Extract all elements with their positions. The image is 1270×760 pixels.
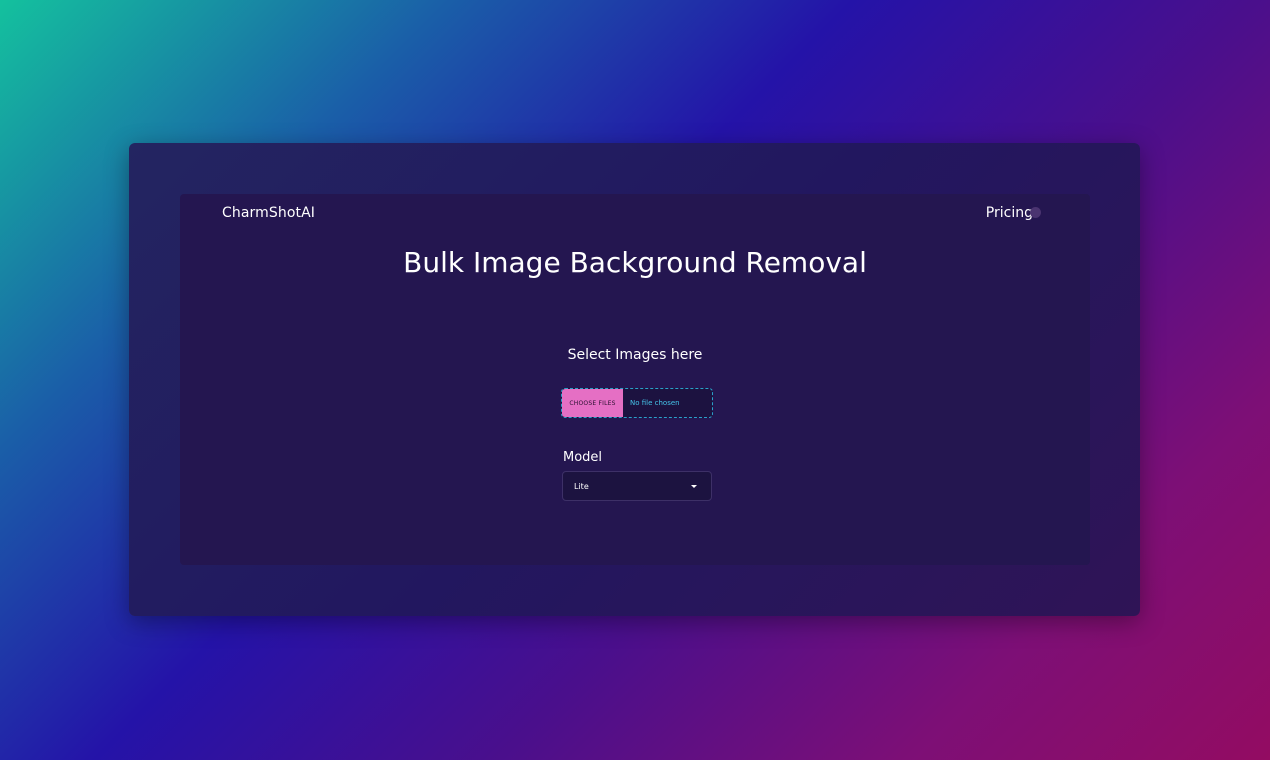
- main-panel: CharmShotAI Pricing Bulk Image Backgroun…: [180, 194, 1090, 565]
- model-label: Model: [563, 450, 603, 465]
- file-upload-input[interactable]: CHOOSE FILES No file chosen: [561, 388, 713, 418]
- caret-down-icon: [691, 485, 697, 488]
- nav-pricing-link[interactable]: Pricing: [986, 205, 1033, 221]
- brand-logo[interactable]: CharmShotAI: [222, 205, 315, 221]
- upload-label: Select Images here: [567, 347, 703, 363]
- file-status-text: No file chosen: [630, 399, 680, 407]
- model-selected-value: Lite: [574, 481, 589, 491]
- app-card: CharmShotAI Pricing Bulk Image Backgroun…: [129, 143, 1140, 616]
- theme-toggle-dot[interactable]: [1030, 207, 1041, 218]
- model-select[interactable]: Lite: [562, 471, 712, 501]
- choose-files-button[interactable]: CHOOSE FILES: [562, 389, 623, 417]
- page-title: Bulk Image Background Removal: [403, 246, 867, 279]
